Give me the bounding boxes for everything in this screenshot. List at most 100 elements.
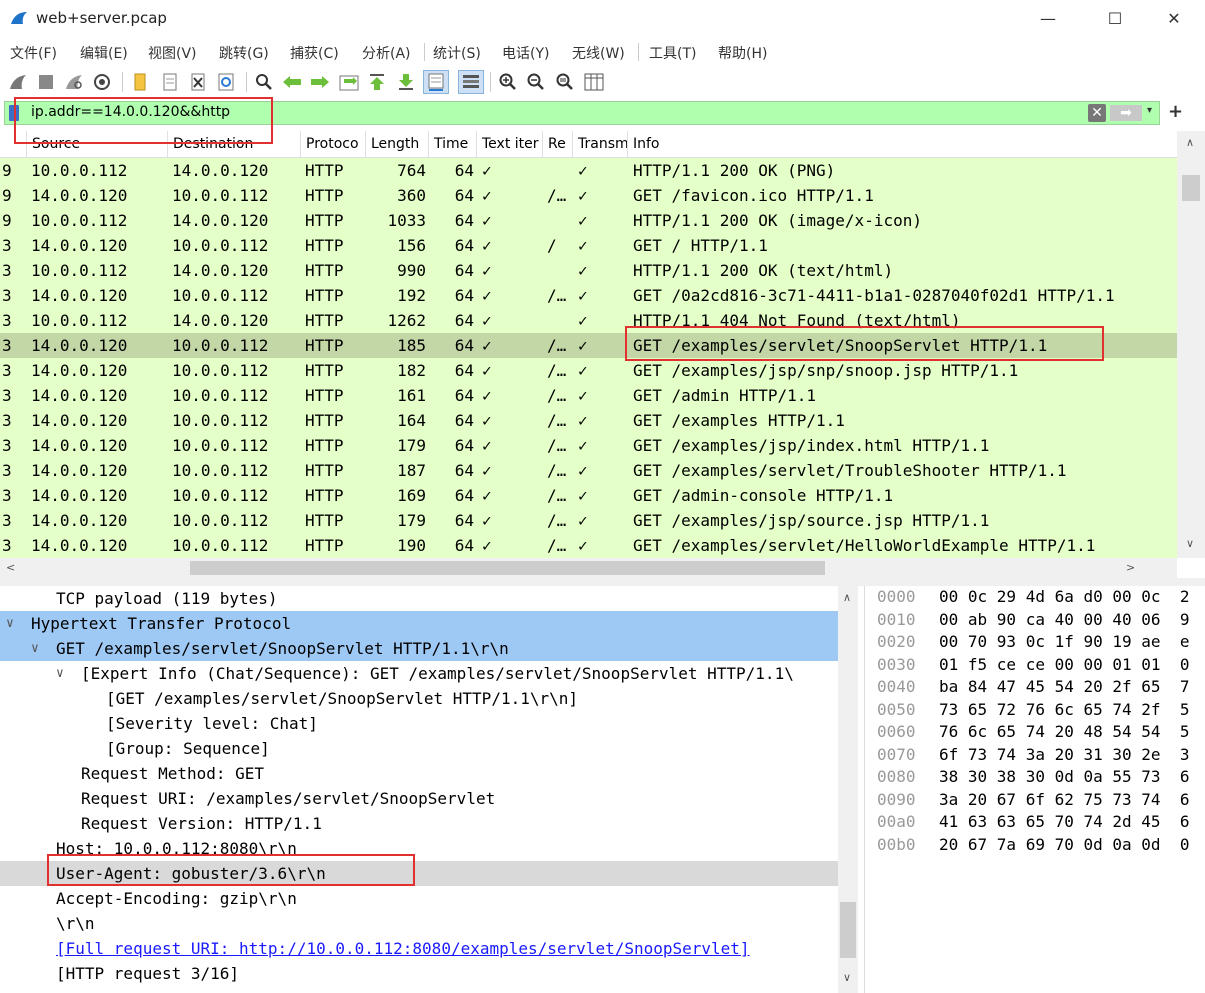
- zoom-in-icon[interactable]: [496, 70, 520, 94]
- menu-telephony[interactable]: 电话(Y): [502, 43, 549, 63]
- hex-line[interactable]: 00b0 20 67 7a 69 70 0d 0a 0d 0: [865, 834, 1205, 857]
- hex-line[interactable]: 0040 ba 84 47 45 54 20 2f 65 7: [865, 676, 1205, 699]
- packet-row[interactable]: 3 14.0.0.120 10.0.0.112 HTTP 169 64 ✓ /… ✓ GET /a…: [0, 483, 1177, 508]
- packet-row[interactable]: 3 14.0.0.120 10.0.0.112 HTTP 156 64 ✓ / ✓ GET / H…: [0, 233, 1177, 258]
- first-packet-icon[interactable]: [365, 70, 389, 94]
- hex-line[interactable]: 0050 73 65 72 76 6c 65 74 2f 5: [865, 699, 1205, 722]
- expand-toggle-icon[interactable]: ∨: [31, 636, 39, 661]
- packet-row[interactable]: 3 14.0.0.120 10.0.0.112 HTTP 179 64 ✓ /… ✓ GET /e…: [0, 433, 1177, 458]
- column-header-text-item[interactable]: Text iter: [477, 131, 543, 158]
- packet-row[interactable]: 3 14.0.0.120 10.0.0.112 HTTP 187 64 ✓ /… ✓ GET /e…: [0, 458, 1177, 483]
- scroll-thumb[interactable]: [840, 902, 856, 958]
- packet-list-vertical-scrollbar[interactable]: ∧ ∨: [1177, 131, 1205, 558]
- detail-tree-item[interactable]: [HTTP request 3/16]: [0, 961, 838, 986]
- scroll-left-icon[interactable]: <: [6, 561, 15, 574]
- scroll-right-icon[interactable]: >: [1126, 561, 1135, 574]
- packet-row[interactable]: 3 14.0.0.120 10.0.0.112 HTTP 179 64 ✓ /… ✓ GET /e…: [0, 508, 1177, 533]
- find-icon[interactable]: [252, 70, 276, 94]
- detail-tree-item[interactable]: \r\n: [0, 911, 838, 936]
- menu-tools[interactable]: 工具(T): [649, 43, 696, 63]
- detail-tree-item[interactable]: Request Version: HTTP/1.1: [0, 811, 838, 836]
- detail-tree-item[interactable]: [GET /examples/servlet/SnoopServlet HTTP…: [0, 686, 838, 711]
- minimize-button[interactable]: —: [1026, 6, 1070, 32]
- goto-packet-icon[interactable]: [337, 70, 361, 94]
- menu-edit[interactable]: 编辑(E): [80, 43, 128, 63]
- hex-line[interactable]: 0000 00 0c 29 4d 6a d0 00 0c 2: [865, 586, 1205, 609]
- scroll-thumb[interactable]: [1182, 175, 1200, 201]
- maximize-button[interactable]: ☐: [1093, 6, 1137, 32]
- full-uri-link[interactable]: [Full request URI: http://10.0.0.112:808…: [56, 936, 750, 961]
- packet-row[interactable]: 9 10.0.0.112 14.0.0.120 HTTP 1033 64 ✓ ✓ HTTP/1.…: [0, 208, 1177, 233]
- packet-row[interactable]: 3 14.0.0.120 10.0.0.112 HTTP 190 64 ✓ /… ✓ GET /e…: [0, 533, 1177, 558]
- column-header-time[interactable]: Time: [429, 131, 477, 158]
- packet-row[interactable]: 9 14.0.0.120 10.0.0.112 HTTP 360 64 ✓ /… ✓ GET /f…: [0, 183, 1177, 208]
- hex-line[interactable]: 0030 01 f5 ce ce 00 00 01 01 0: [865, 654, 1205, 677]
- zoom-normal-icon[interactable]: [553, 70, 577, 94]
- restart-icon[interactable]: [62, 70, 86, 94]
- packet-row[interactable]: 3 14.0.0.120 10.0.0.112 HTTP 161 64 ✓ /… ✓ GET /a…: [0, 383, 1177, 408]
- detail-tree-item[interactable]: Accept-Encoding: gzip\r\n: [0, 886, 838, 911]
- hex-line[interactable]: 0070 6f 73 74 3a 20 31 30 2e 3: [865, 744, 1205, 767]
- detail-tree-item[interactable]: [Severity level: Chat]: [0, 711, 838, 736]
- colorize-icon[interactable]: [458, 70, 484, 94]
- capture-options-icon[interactable]: [90, 70, 114, 94]
- last-packet-icon[interactable]: [394, 70, 418, 94]
- detail-tree-item[interactable]: ∨ [Expert Info (Chat/Sequence): GET /exam…: [0, 661, 838, 686]
- close-button[interactable]: ✕: [1152, 6, 1196, 32]
- reload-icon[interactable]: [214, 70, 238, 94]
- menu-capture[interactable]: 捕获(C): [290, 43, 339, 63]
- clear-filter-icon[interactable]: ✕: [1088, 104, 1106, 122]
- forward-arrow-icon[interactable]: [308, 70, 332, 94]
- details-vertical-scrollbar[interactable]: ∧ ∨: [838, 586, 858, 993]
- stop-icon[interactable]: [34, 70, 58, 94]
- scroll-up-icon[interactable]: ∧: [1186, 136, 1194, 149]
- packet-row[interactable]: 9 10.0.0.112 14.0.0.120 HTTP 764 64 ✓ ✓ HTTP/1.1…: [0, 158, 1177, 183]
- column-header-request[interactable]: Re: [543, 131, 573, 158]
- packet-row[interactable]: 3 14.0.0.120 10.0.0.112 HTTP 192 64 ✓ /… ✓ GET /0…: [0, 283, 1177, 308]
- menu-statistics[interactable]: 统计(S): [433, 43, 481, 63]
- menu-wireless[interactable]: 无线(W): [572, 43, 625, 63]
- pane-splitter[interactable]: [0, 578, 1205, 586]
- menu-view[interactable]: 视图(V): [148, 43, 197, 63]
- shark-fin-start-icon[interactable]: [6, 70, 30, 94]
- menu-file[interactable]: 文件(F): [10, 43, 57, 63]
- add-filter-button[interactable]: +: [1168, 101, 1183, 122]
- scroll-down-icon[interactable]: ∨: [1186, 537, 1194, 550]
- hex-line[interactable]: 0010 00 ab 90 ca 40 00 40 06 9: [865, 609, 1205, 632]
- file-icon[interactable]: [158, 70, 182, 94]
- expand-toggle-icon[interactable]: ∨: [6, 611, 14, 636]
- scroll-down-icon[interactable]: ∨: [843, 971, 851, 984]
- detail-tree-item[interactable]: [Full request URI: http://10.0.0.112:808…: [0, 936, 838, 961]
- hex-line[interactable]: 0060 76 6c 65 74 20 48 54 54 5: [865, 721, 1205, 744]
- resize-columns-icon[interactable]: [582, 70, 606, 94]
- scroll-up-icon[interactable]: ∧: [843, 591, 851, 604]
- column-header-protocol[interactable]: Protoco: [301, 131, 366, 158]
- menu-analyze[interactable]: 分析(A): [362, 43, 411, 63]
- hex-line[interactable]: 00a0 41 63 63 65 70 74 2d 45 6: [865, 811, 1205, 834]
- column-header-info[interactable]: Info: [628, 131, 1177, 158]
- hex-line[interactable]: 0080 38 30 38 30 0d 0a 55 73 6: [865, 766, 1205, 789]
- apply-filter-icon[interactable]: ➡: [1110, 105, 1142, 121]
- hex-line[interactable]: 0020 00 70 93 0c 1f 90 19 ae e: [865, 631, 1205, 654]
- detail-tree-item[interactable]: ∨ GET /examples/servlet/SnoopServlet HTTP…: [0, 636, 838, 661]
- autoscroll-icon[interactable]: [423, 70, 449, 94]
- detail-tree-item[interactable]: TCP payload (119 bytes): [0, 586, 838, 611]
- packet-row[interactable]: 3 14.0.0.120 10.0.0.112 HTTP 164 64 ✓ /… ✓ GET /e…: [0, 408, 1177, 433]
- filter-history-dropdown-icon[interactable]: ▾: [1147, 105, 1152, 116]
- close-file-icon[interactable]: [186, 70, 210, 94]
- detail-tree-item[interactable]: Request URI: /examples/servlet/SnoopServ…: [0, 786, 838, 811]
- detail-tree-item[interactable]: [Group: Sequence]: [0, 736, 838, 761]
- menu-go[interactable]: 跳转(G): [219, 43, 269, 63]
- column-header-transmission[interactable]: Transm: [573, 131, 628, 158]
- packet-row[interactable]: 3 10.0.0.112 14.0.0.120 HTTP 990 64 ✓ ✓ HTTP/1.1…: [0, 258, 1177, 283]
- detail-tree-item[interactable]: Request Method: GET: [0, 761, 838, 786]
- hex-line[interactable]: 0090 3a 20 67 6f 62 75 73 74 6: [865, 789, 1205, 812]
- open-file-icon[interactable]: [128, 70, 152, 94]
- detail-tree-item[interactable]: ∨ Hypertext Transfer Protocol: [0, 611, 838, 636]
- packet-list-horizontal-scrollbar[interactable]: < >: [0, 558, 1177, 578]
- expand-toggle-icon[interactable]: ∨: [56, 661, 64, 686]
- column-header-length[interactable]: Length: [366, 131, 429, 158]
- zoom-out-icon[interactable]: [524, 70, 548, 94]
- scroll-thumb[interactable]: [190, 561, 825, 575]
- menu-help[interactable]: 帮助(H): [718, 43, 767, 63]
